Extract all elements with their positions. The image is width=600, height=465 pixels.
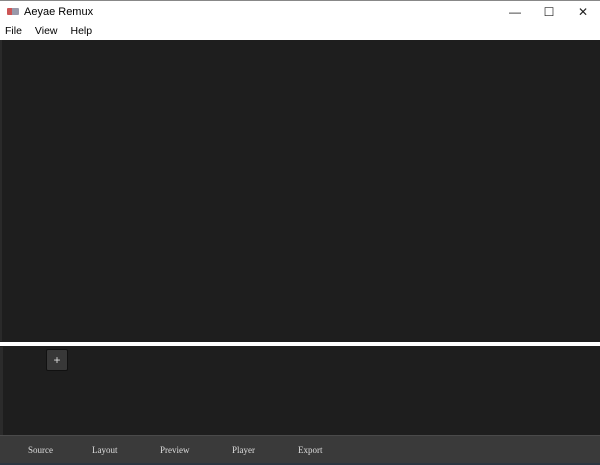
window-title: Aeyae Remux xyxy=(24,5,94,18)
splitter-handle[interactable] xyxy=(0,342,600,346)
tab-source[interactable]: Source xyxy=(28,445,53,455)
app-icon xyxy=(7,8,19,15)
menu-bar: File View Help xyxy=(0,22,600,40)
minimize-button[interactable]: — xyxy=(498,1,532,23)
add-button[interactable]: + xyxy=(46,349,68,371)
tab-layout[interactable]: Layout xyxy=(92,445,118,455)
main-view xyxy=(0,40,600,341)
menu-view[interactable]: View xyxy=(35,25,58,37)
maximize-button[interactable]: ☐ xyxy=(532,1,566,23)
title-bar: Aeyae Remux — ☐ ✕ xyxy=(0,0,600,22)
close-button[interactable]: ✕ xyxy=(566,1,600,23)
bottom-tab-bar: Source Layout Preview Player Export xyxy=(0,435,600,465)
tab-preview[interactable]: Preview xyxy=(160,445,190,455)
lower-panel xyxy=(0,347,600,435)
menu-help[interactable]: Help xyxy=(71,25,93,37)
tab-export[interactable]: Export xyxy=(298,445,323,455)
tab-player[interactable]: Player xyxy=(232,445,255,455)
menu-file[interactable]: File xyxy=(5,25,22,37)
